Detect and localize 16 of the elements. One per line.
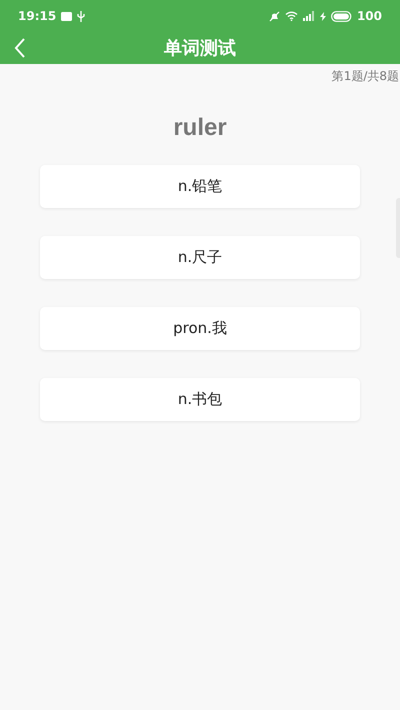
quiz-word: ruler [173, 113, 227, 143]
answer-option[interactable]: n.尺子 [40, 236, 360, 279]
back-icon [14, 38, 26, 58]
usb-icon [77, 10, 86, 22]
status-time: 19:15 [18, 8, 56, 25]
answer-option[interactable]: pron.我 [40, 307, 360, 350]
answer-option[interactable]: n.铅笔 [40, 165, 360, 208]
message-icon [61, 12, 72, 20]
answer-option[interactable]: n.书包 [40, 378, 360, 421]
mute-icon [268, 10, 280, 22]
battery-icon [330, 10, 352, 22]
signal-icon [302, 11, 315, 21]
header-title: 单词测试 [164, 36, 236, 60]
wifi-icon [284, 11, 298, 21]
charging-icon [320, 12, 326, 20]
battery-level: 100 [356, 8, 382, 25]
